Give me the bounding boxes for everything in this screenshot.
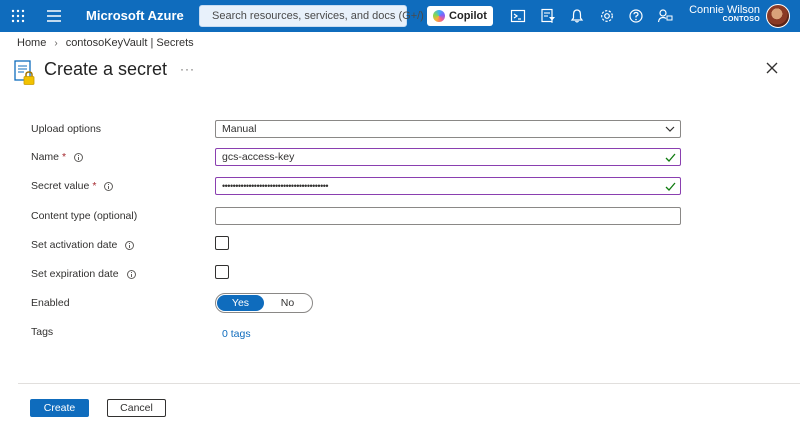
checkmark-icon bbox=[665, 153, 676, 162]
activation-date-checkbox[interactable] bbox=[215, 236, 229, 250]
close-icon[interactable] bbox=[766, 62, 778, 74]
info-icon[interactable] bbox=[125, 240, 135, 250]
account-menu[interactable]: Connie Wilson CONTOSO bbox=[689, 4, 760, 23]
key-vault-secret-icon bbox=[14, 60, 35, 85]
copilot-label: Copilot bbox=[449, 10, 487, 22]
user-name: Connie Wilson bbox=[689, 4, 760, 16]
breadcrumb-home[interactable]: Home bbox=[17, 37, 46, 49]
required-marker: * bbox=[92, 180, 97, 192]
brand-title[interactable]: Microsoft Azure bbox=[86, 8, 184, 23]
name-field[interactable]: gcs-access-key bbox=[215, 148, 681, 166]
name-label-text: Name bbox=[31, 151, 60, 163]
content-type-label-text: Content type (optional) bbox=[31, 210, 138, 222]
checkmark-icon bbox=[665, 182, 676, 191]
waffle-icon[interactable] bbox=[10, 8, 26, 24]
info-icon[interactable] bbox=[126, 269, 136, 279]
top-bar: Microsoft Azure Search resources, servic… bbox=[0, 0, 800, 32]
expiration-date-row: Set expiration date bbox=[31, 265, 681, 287]
breadcrumb: Home › contosoKeyVault | Secrets bbox=[17, 37, 194, 49]
copilot-icon bbox=[433, 10, 446, 22]
page-title: Create a secret bbox=[44, 59, 168, 79]
page-header: Create a secret ··· bbox=[14, 58, 786, 88]
cloud-shell-icon[interactable] bbox=[510, 8, 526, 24]
tags-row: Tags 0 tags bbox=[31, 323, 681, 345]
footer-divider bbox=[18, 383, 800, 384]
copilot-button[interactable]: Copilot bbox=[427, 6, 493, 26]
more-options-button[interactable]: ··· bbox=[180, 62, 195, 76]
user-tenant: CONTOSO bbox=[722, 16, 760, 23]
content-type-row: Content type (optional) bbox=[31, 207, 681, 229]
search-placeholder: Search resources, services, and docs (G+… bbox=[212, 10, 424, 22]
enabled-row: Enabled Yes No bbox=[31, 293, 681, 316]
tags-label: Tags bbox=[31, 326, 53, 338]
upload-options-row: Upload options Manual bbox=[31, 120, 681, 142]
enabled-no-option[interactable]: No bbox=[264, 295, 311, 311]
settings-icon[interactable] bbox=[599, 8, 615, 24]
chevron-down-icon bbox=[665, 126, 675, 132]
hamburger-icon[interactable] bbox=[46, 9, 62, 23]
activation-date-label: Set activation date bbox=[31, 239, 135, 251]
activation-date-label-text: Set activation date bbox=[31, 239, 118, 251]
feedback-icon[interactable] bbox=[657, 8, 673, 24]
create-button[interactable]: Create bbox=[30, 399, 89, 417]
tags-label-text: Tags bbox=[31, 326, 54, 338]
tags-link[interactable]: 0 tags bbox=[222, 328, 251, 340]
upload-options-label: Upload options bbox=[31, 123, 101, 135]
required-marker: * bbox=[62, 151, 67, 163]
info-icon[interactable] bbox=[104, 181, 114, 191]
activation-date-row: Set activation date bbox=[31, 236, 681, 258]
notifications-icon[interactable] bbox=[569, 8, 585, 24]
info-icon[interactable] bbox=[74, 152, 84, 162]
enabled-label-text: Enabled bbox=[31, 297, 70, 309]
breadcrumb-current[interactable]: contosoKeyVault | Secrets bbox=[66, 37, 194, 49]
enabled-toggle[interactable]: Yes No bbox=[215, 293, 313, 313]
help-icon[interactable] bbox=[628, 8, 644, 24]
content-type-label: Content type (optional) bbox=[31, 210, 137, 222]
chevron-right-icon: › bbox=[54, 37, 58, 49]
secret-value-label: Secret value * bbox=[31, 180, 114, 192]
enabled-yes-option[interactable]: Yes bbox=[217, 295, 264, 311]
secret-value-field[interactable]: •••••••••••••••••••••••••••••••••••••••• bbox=[215, 177, 681, 195]
name-value: gcs-access-key bbox=[222, 151, 295, 163]
directory-filter-icon[interactable] bbox=[540, 8, 556, 24]
enabled-label: Enabled bbox=[31, 297, 70, 309]
upload-options-select[interactable]: Manual bbox=[215, 120, 681, 138]
expiration-date-label: Set expiration date bbox=[31, 268, 136, 280]
secret-value-label-text: Secret value bbox=[31, 180, 90, 192]
expiration-date-label-text: Set expiration date bbox=[31, 268, 119, 280]
upload-options-label-text: Upload options bbox=[31, 123, 102, 135]
cancel-button[interactable]: Cancel bbox=[107, 399, 166, 417]
search-input[interactable]: Search resources, services, and docs (G+… bbox=[199, 5, 424, 27]
name-row: Name * gcs-access-key bbox=[31, 148, 681, 170]
secret-value-row: Secret value * •••••••••••••••••••••••••… bbox=[31, 177, 681, 199]
avatar[interactable] bbox=[766, 4, 790, 28]
secret-value-masked: •••••••••••••••••••••••••••••••••••••••• bbox=[222, 181, 329, 191]
expiration-date-checkbox[interactable] bbox=[215, 265, 229, 279]
name-label: Name * bbox=[31, 151, 84, 163]
content-type-field[interactable] bbox=[215, 207, 681, 225]
upload-options-value: Manual bbox=[222, 123, 257, 135]
